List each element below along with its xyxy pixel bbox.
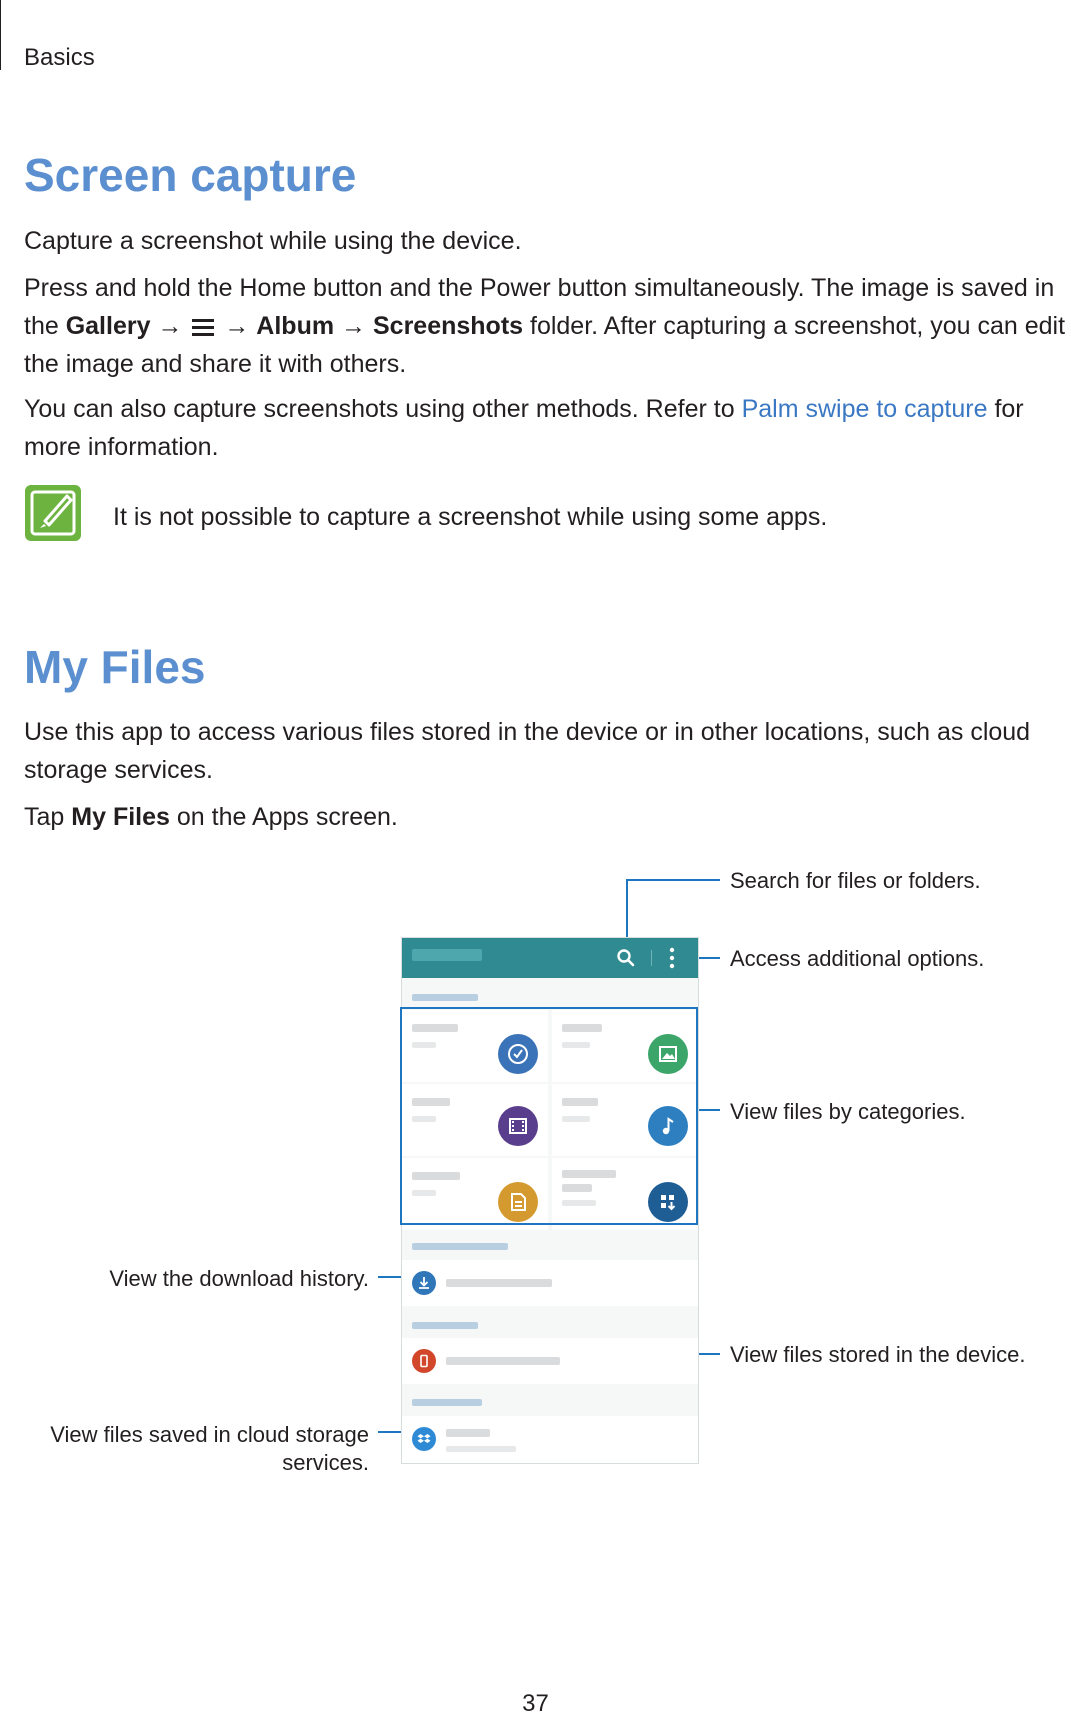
callout-download: View the download history. [109, 1266, 369, 1291]
section-header-placeholder [412, 1243, 508, 1250]
section-header-placeholder [412, 1399, 482, 1406]
download-history-row[interactable] [402, 1260, 698, 1306]
section-header-placeholder [412, 1322, 478, 1329]
callout-device: View files stored in the device. [730, 1342, 1026, 1367]
section-header-placeholder [412, 994, 478, 1001]
dropbox-icon [412, 1427, 436, 1451]
more-options-icon[interactable] [668, 947, 676, 969]
callout-search: Search for files or folders. [730, 868, 981, 893]
app-bar-divider [651, 950, 652, 966]
callout-cloud-line2: services. [282, 1450, 369, 1475]
callout-options: Access additional options. [730, 946, 985, 971]
page-number: 37 [522, 1690, 549, 1717]
categories-highlight [400, 1007, 698, 1225]
device-storage-row[interactable] [402, 1338, 698, 1384]
app-bar [402, 938, 698, 978]
app-bar-title-placeholder [412, 949, 482, 961]
search-icon[interactable] [616, 948, 636, 968]
download-icon [412, 1271, 436, 1295]
dropbox-row[interactable] [402, 1416, 698, 1463]
device-icon [412, 1349, 436, 1373]
callout-cloud-line1: View files saved in cloud storage [50, 1422, 369, 1447]
callout-categories: View files by categories. [730, 1099, 966, 1124]
